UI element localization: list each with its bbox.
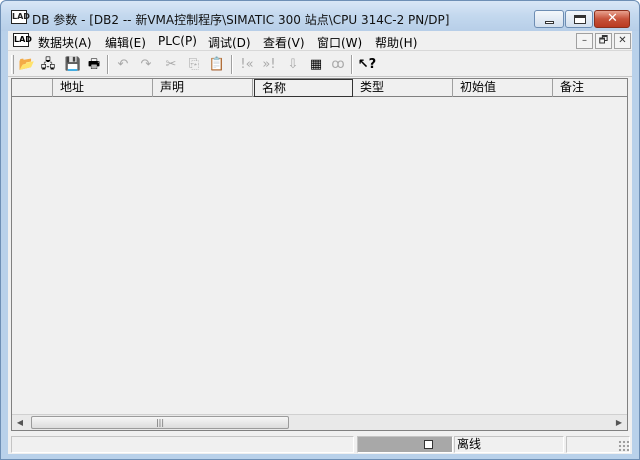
network-access-icon[interactable]: 🖧: [38, 55, 58, 74]
column-header-comment[interactable]: 备注: [553, 79, 627, 97]
status-indicator: [357, 436, 453, 453]
toolbar-separator: [107, 55, 109, 74]
redo-icon[interactable]: ↷: [136, 55, 156, 74]
help-pointer-icon[interactable]: ↖?: [357, 55, 377, 74]
menu-plc[interactable]: PLC(P): [158, 34, 197, 48]
client-area: LAD 数据块(A) 编辑(E) PLC(P) 调试(D) 查看(V) 窗口(W…: [8, 31, 632, 454]
mdi-minimize-button[interactable]: –: [576, 33, 593, 49]
undo-icon[interactable]: ↶: [113, 55, 133, 74]
toolbar-separator: [351, 55, 353, 74]
cut-icon[interactable]: ✂: [161, 55, 181, 74]
menu-window[interactable]: 窗口(W): [317, 34, 362, 51]
mdi-close-button[interactable]: ✕: [614, 33, 631, 49]
minimize-icon: [545, 21, 554, 24]
menu-view[interactable]: 查看(V): [263, 34, 305, 51]
status-bar: 离线: [8, 434, 632, 454]
horizontal-scrollbar[interactable]: ◀ ||| ▶: [12, 414, 627, 430]
connection-status: 离线: [454, 436, 564, 453]
maximize-button[interactable]: [565, 10, 593, 28]
open-folder-icon[interactable]: 📂: [17, 55, 37, 74]
scroll-right-icon[interactable]: ▶: [611, 415, 627, 431]
scrollbar-thumb[interactable]: |||: [31, 416, 289, 429]
column-header-type[interactable]: 类型: [353, 79, 453, 97]
title-bar[interactable]: LAD DB 参数 - [DB2 -- 新VMA控制程序\SIMATIC 300…: [1, 1, 639, 31]
download-icon[interactable]: ⇩: [283, 55, 303, 74]
resize-grip-icon[interactable]: [618, 440, 630, 452]
glasses-icon[interactable]: ꝏ: [328, 55, 348, 74]
declaration-table[interactable]: 地址 声明 名称 类型 初始值 备注 ◀ ||| ▶: [11, 78, 628, 431]
column-header-initial-value[interactable]: 初始值: [453, 79, 553, 97]
menu-help[interactable]: 帮助(H): [375, 34, 417, 51]
toolbar: 📂 🖧 💾 🖶 ↶ ↷ ✂ ⎘ 📋 !« »! ⇩ ▦ ꝏ ↖?: [8, 52, 632, 77]
monitor-icon[interactable]: ▦: [306, 55, 326, 74]
close-button[interactable]: ✕: [594, 10, 630, 28]
connection-icon: [424, 440, 433, 449]
maximize-icon: [574, 15, 586, 24]
previous-icon[interactable]: !«: [237, 55, 257, 74]
column-header-row-marker[interactable]: [12, 79, 53, 97]
status-message: [11, 436, 354, 453]
mdi-restore-button[interactable]: 🗗: [595, 33, 612, 49]
menu-bar: LAD 数据块(A) 编辑(E) PLC(P) 调试(D) 查看(V) 窗口(W…: [8, 31, 632, 51]
menu-edit[interactable]: 编辑(E): [105, 34, 146, 51]
table-header: 地址 声明 名称 类型 初始值 备注: [12, 79, 627, 97]
window-title: DB 参数 - [DB2 -- 新VMA控制程序\SIMATIC 300 站点\…: [32, 13, 450, 27]
document-icon[interactable]: LAD: [13, 33, 32, 47]
copy-icon[interactable]: ⎘: [184, 55, 204, 74]
menu-data-block[interactable]: 数据块(A): [38, 34, 92, 51]
app-icon: LAD: [11, 10, 30, 24]
app-window: LAD DB 参数 - [DB2 -- 新VMA控制程序\SIMATIC 300…: [0, 0, 640, 460]
save-icon[interactable]: 💾: [63, 55, 83, 74]
column-header-declaration[interactable]: 声明: [153, 79, 253, 97]
paste-icon[interactable]: 📋: [207, 55, 227, 74]
scroll-left-icon[interactable]: ◀: [12, 415, 28, 431]
column-header-address[interactable]: 地址: [53, 79, 153, 97]
menu-debug[interactable]: 调试(D): [208, 34, 251, 51]
toolbar-grip[interactable]: [11, 55, 14, 74]
minimize-button[interactable]: [534, 10, 564, 28]
print-icon[interactable]: 🖶: [84, 55, 104, 74]
toolbar-separator: [231, 55, 233, 74]
close-icon: ✕: [607, 11, 618, 26]
next-icon[interactable]: »!: [259, 55, 279, 74]
column-header-name[interactable]: 名称: [254, 79, 353, 97]
